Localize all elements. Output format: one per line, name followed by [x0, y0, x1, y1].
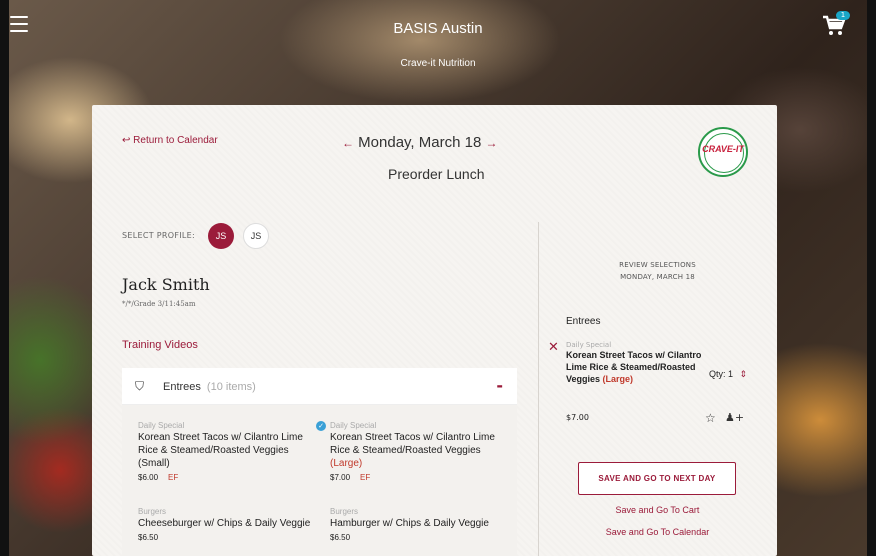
- review-section-title: Entrees: [566, 316, 601, 327]
- quantity-stepper[interactable]: Qty: 1 ⇕: [709, 369, 747, 380]
- site-title: BASIS Austin: [393, 20, 483, 37]
- add-user-icon[interactable]: ♟+: [725, 411, 744, 424]
- review-item: Daily Special Korean Street Tacos w/ Cil…: [566, 341, 706, 385]
- student-details: */*/Grade 3/11:45am: [122, 300, 196, 308]
- review-item-price: $7.00: [566, 413, 589, 422]
- item-count: (10 items): [206, 381, 256, 393]
- review-item-size: (Large): [602, 374, 634, 384]
- save-go-to-calendar-link[interactable]: Save and Go To Calendar: [538, 527, 777, 537]
- student-name: Jack Smith: [122, 275, 210, 294]
- menu-item[interactable]: Daily Special Korean Street Tacos w/ Cil…: [138, 421, 318, 482]
- save-go-to-cart-link[interactable]: Save and Go To Cart: [538, 505, 777, 515]
- review-item-category: Daily Special: [566, 341, 612, 349]
- save-next-day-button[interactable]: SAVE AND GO TO NEXT DAY: [578, 462, 736, 495]
- shield-icon: ⛉: [135, 379, 145, 393]
- current-date: Monday, March 18: [358, 134, 482, 151]
- page-title: Preorder Lunch: [388, 166, 485, 182]
- check-icon: ✓: [316, 421, 326, 431]
- item-category: Daily Special: [330, 421, 377, 430]
- menu-item[interactable]: Burgers Hamburger w/ Chips & Daily Veggi…: [330, 507, 510, 542]
- item-price: $7.00 EF: [330, 473, 371, 482]
- qty-stepper-icon[interactable]: ⇕: [740, 369, 748, 379]
- preorder-panel: ↩ Return to Calendar ← Monday, March 18 …: [92, 105, 777, 556]
- star-icon[interactable]: ☆: [705, 411, 716, 425]
- logo-text: CRAVE-IT: [702, 144, 744, 154]
- cart-button[interactable]: 1: [822, 11, 850, 38]
- item-price: $6.50: [138, 533, 159, 542]
- review-item-name: Korean Street Tacos w/ Cilantro Lime Ric…: [566, 350, 702, 384]
- menu-items: Daily Special Korean Street Tacos w/ Cil…: [122, 405, 517, 556]
- menu-item-selected[interactable]: ✓ Daily Special Korean Street Tacos w/ C…: [316, 421, 510, 482]
- item-name: Korean Street Tacos w/ Cilantro Lime Ric…: [138, 432, 303, 469]
- site-subtitle: Crave-it Nutrition: [400, 58, 476, 69]
- qty-label: Qty:: [709, 369, 726, 379]
- collapse-icon[interactable]: -: [496, 376, 503, 395]
- menu-item[interactable]: Burgers Cheeseburger w/ Chips & Daily Ve…: [138, 507, 318, 542]
- profile-avatar-selected[interactable]: JS: [208, 223, 234, 249]
- qty-value: 1: [728, 369, 734, 379]
- prev-arrow-icon[interactable]: ←: [342, 136, 354, 150]
- next-arrow-icon[interactable]: →: [485, 136, 497, 150]
- header: BASIS Austin Crave-it Nutrition 1: [0, 0, 876, 100]
- crave-it-logo: CRAVE-IT: [698, 127, 748, 177]
- item-category: Daily Special: [138, 421, 185, 430]
- remove-icon[interactable]: ✕: [548, 340, 559, 355]
- select-profile-label: SELECT PROFILE:: [122, 231, 196, 240]
- return-to-calendar-link[interactable]: ↩ Return to Calendar: [122, 135, 218, 146]
- category-title: Entrees (10 items): [163, 381, 256, 393]
- training-videos-link[interactable]: Training Videos: [122, 339, 198, 351]
- item-size: (Small): [138, 458, 170, 469]
- item-name: Korean Street Tacos w/ Cilantro Lime Ric…: [330, 432, 495, 469]
- entrees-accordion-header[interactable]: ⛉ Entrees (10 items) -: [122, 368, 517, 405]
- category-name: Entrees: [163, 381, 201, 393]
- profile-avatar[interactable]: JS: [243, 223, 269, 249]
- review-selections-heading: REVIEW SELECTIONS MONDAY, MARCH 18: [619, 261, 696, 281]
- item-size: (Large): [330, 458, 363, 469]
- back-arrow-icon: ↩: [122, 135, 131, 146]
- item-category: Burgers: [138, 507, 167, 516]
- item-category: Burgers: [330, 507, 359, 516]
- item-name: Hamburger w/ Chips & Daily Veggie: [330, 518, 489, 529]
- ef-badge: EF: [360, 473, 371, 482]
- return-label: Return to Calendar: [133, 135, 218, 146]
- cart-count-badge: 1: [836, 11, 850, 20]
- item-name: Cheeseburger w/ Chips & Daily Veggie: [138, 518, 311, 529]
- item-price: $6.50: [330, 533, 351, 542]
- date-navigator: ← Monday, March 18 →: [342, 134, 497, 151]
- ef-badge: EF: [168, 473, 179, 482]
- item-price: $6.00 EF: [138, 473, 179, 482]
